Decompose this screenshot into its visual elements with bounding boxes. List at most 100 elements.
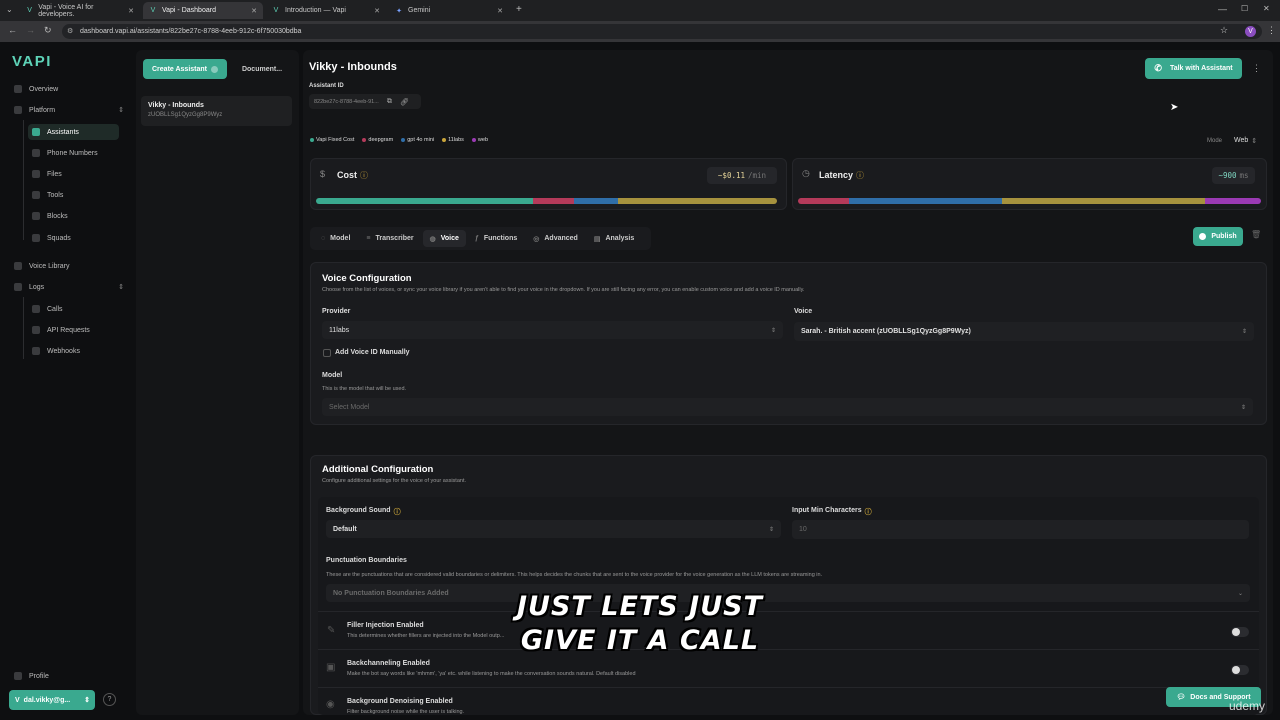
- close-window-icon[interactable]: ✕: [1263, 4, 1270, 13]
- sidebar-item-blocks[interactable]: Blocks: [32, 208, 122, 224]
- assistant-list-item[interactable]: Vikky - Inbounds zUOBLLSg1QyzGg8P9Wyz: [141, 96, 292, 126]
- chevron-updown-icon: ⇕: [84, 697, 90, 704]
- input-min-characters-field[interactable]: 10: [792, 520, 1249, 539]
- site-info-icon[interactable]: ⚙: [67, 27, 73, 35]
- close-tab-icon[interactable]: ✕: [497, 7, 503, 15]
- url-field[interactable]: dashboard.vapi.ai/assistants/822be27c-87…: [62, 24, 1262, 39]
- phone-icon: ✆: [1154, 63, 1162, 73]
- voice-config-desc: Choose from the list of voices, or sync …: [322, 287, 805, 293]
- delete-icon[interactable]: 🗑︎: [1251, 230, 1261, 239]
- filler-injection-toggle[interactable]: [1231, 627, 1249, 637]
- browser-tab[interactable]: V Vapi - Voice AI for developers. ✕: [20, 2, 140, 19]
- chevron-updown-icon: ⇕: [1241, 329, 1247, 335]
- latency-info-icon[interactable]: ⓘ: [856, 170, 864, 181]
- bar-segment: [617, 198, 777, 204]
- browser-tab[interactable]: V Introduction — Vapi ✕: [266, 2, 386, 19]
- copy-icon[interactable]: ⧉: [387, 98, 392, 106]
- talk-with-assistant-button[interactable]: ✆ Talk with Assistant: [1145, 58, 1242, 79]
- tab-list-icon[interactable]: ⌄: [6, 5, 13, 14]
- udemy-watermark: udemy: [1229, 699, 1266, 713]
- sidebar-item-phone-numbers[interactable]: Phone Numbers: [32, 145, 122, 161]
- legend-label: 11labs: [448, 137, 464, 143]
- backchanneling-label: Backchanneling Enabled: [347, 660, 430, 667]
- back-icon[interactable]: ←: [8, 25, 17, 35]
- sidebar-item-voice-library[interactable]: Voice Library: [14, 258, 124, 274]
- create-assistant-button[interactable]: Create Assistant: [143, 59, 227, 79]
- sidebar-item-calls[interactable]: Calls: [32, 301, 122, 317]
- tab-advanced[interactable]: ◎ Advanced: [526, 230, 585, 247]
- voice-tab-icon: ◍: [429, 235, 436, 243]
- browser-tab-active[interactable]: V Vapi - Dashboard ✕: [143, 2, 263, 19]
- tab-label: Analysis: [605, 235, 635, 242]
- legend-dot: [442, 138, 447, 142]
- tab-label: Functions: [483, 235, 518, 242]
- platform-icon: [14, 106, 22, 114]
- provider-select[interactable]: 11labs ⇕: [322, 321, 783, 339]
- assistant-id-chip: 822be27c-8788-4eeb-91... ⧉ 🔗︎: [309, 94, 421, 109]
- sidebar-item-assistants[interactable]: Assistants: [28, 124, 119, 140]
- backchanneling-desc: Make the bot say words like 'mhmm', 'ya'…: [347, 671, 636, 677]
- cost-value-badge: ~$0.11 /min: [707, 167, 777, 184]
- maximize-icon[interactable]: ☐: [1241, 4, 1248, 13]
- more-options-icon[interactable]: ⋮: [1252, 63, 1261, 74]
- sidebar-group-platform[interactable]: Platform ⇕: [14, 102, 124, 118]
- browser-tab[interactable]: ✦ Gemini ✕: [389, 2, 509, 19]
- tab-transcriber[interactable]: ≡ Transcriber: [359, 230, 420, 247]
- minimize-icon[interactable]: —: [1218, 4, 1227, 14]
- add-voice-id-checkbox[interactable]: [323, 349, 331, 357]
- tab-functions[interactable]: ƒ Functions: [468, 230, 524, 247]
- sidebar-item-profile[interactable]: Profile: [14, 668, 124, 684]
- sidebar-item-tools[interactable]: Tools: [32, 187, 122, 203]
- tree-line: [23, 297, 24, 359]
- chevron-updown-icon: ⇕: [770, 327, 776, 334]
- chevron-updown-icon: ⇕: [768, 526, 774, 533]
- cost-info-icon[interactable]: ⓘ: [360, 170, 368, 181]
- close-tab-icon[interactable]: ✕: [251, 7, 257, 15]
- tab-label: Voice: [440, 235, 459, 242]
- bookmark-star-icon[interactable]: ☆: [1220, 25, 1228, 36]
- bar-segment: [532, 198, 575, 204]
- chevron-down-icon: ⌄: [1237, 590, 1243, 597]
- sidebar-item-api-requests[interactable]: API Requests: [32, 322, 122, 338]
- add-voice-id-label: Add Voice ID Manually: [335, 349, 410, 356]
- latency-title: Latency: [819, 170, 854, 180]
- publish-button[interactable]: Publish: [1193, 227, 1243, 246]
- mode-label: Mode: [1207, 138, 1223, 144]
- squads-icon: [32, 234, 40, 242]
- assistants-icon: [32, 128, 40, 136]
- account-switcher[interactable]: V dal.vikky@g... ⇕: [9, 690, 95, 710]
- help-icon[interactable]: ?: [103, 693, 116, 706]
- model-select[interactable]: Select Model ⇕: [322, 398, 1253, 416]
- cost-legend: Vapi Fixed Cost deepgram gpt 4o mini 11labs…: [310, 137, 488, 143]
- info-icon[interactable]: ⓘ: [394, 507, 401, 517]
- documentation-button[interactable]: Document...: [233, 59, 291, 79]
- tab-model[interactable]: ◌ Model: [314, 230, 357, 247]
- close-tab-icon[interactable]: ✕: [374, 7, 380, 15]
- sidebar-item-webhooks[interactable]: Webhooks: [32, 343, 122, 359]
- assistant-id-label: Assistant ID: [309, 83, 344, 89]
- vapi-favicon-icon: V: [27, 7, 32, 14]
- tab-analysis[interactable]: ▤ Analysis: [587, 230, 641, 247]
- close-tab-icon[interactable]: ✕: [128, 7, 134, 15]
- tab-voice[interactable]: ◍ Voice: [422, 230, 466, 247]
- info-icon[interactable]: ⓘ: [865, 507, 872, 517]
- sidebar-item-overview[interactable]: Overview: [14, 81, 124, 97]
- new-tab-icon[interactable]: +: [516, 4, 522, 15]
- mode-select[interactable]: Web ⇕: [1234, 137, 1257, 145]
- background-sound-select[interactable]: Default ⇕: [326, 520, 781, 538]
- sidebar-item-squads[interactable]: Squads: [32, 230, 122, 246]
- sidebar-group-logs[interactable]: Logs ⇕: [14, 279, 124, 295]
- legend-label: gpt 4o mini: [407, 137, 435, 143]
- profile-avatar[interactable]: V: [1245, 26, 1256, 37]
- link-icon[interactable]: 🔗︎: [400, 98, 409, 106]
- forward-icon[interactable]: →: [26, 25, 35, 35]
- reload-icon[interactable]: ↻: [44, 25, 52, 36]
- voice-select[interactable]: Sarah. - British accent (zUOBLLSg1QyzGg8…: [794, 322, 1254, 341]
- chevron-updown-icon: ⇕: [1251, 138, 1258, 145]
- sidebar-item-files[interactable]: Files: [32, 166, 122, 182]
- browser-menu-icon[interactable]: ⋮: [1267, 25, 1276, 36]
- provider-label: Provider: [322, 308, 351, 315]
- plus-circle-icon: [211, 65, 218, 73]
- backchanneling-toggle[interactable]: [1231, 665, 1249, 675]
- logs-icon: [14, 283, 22, 291]
